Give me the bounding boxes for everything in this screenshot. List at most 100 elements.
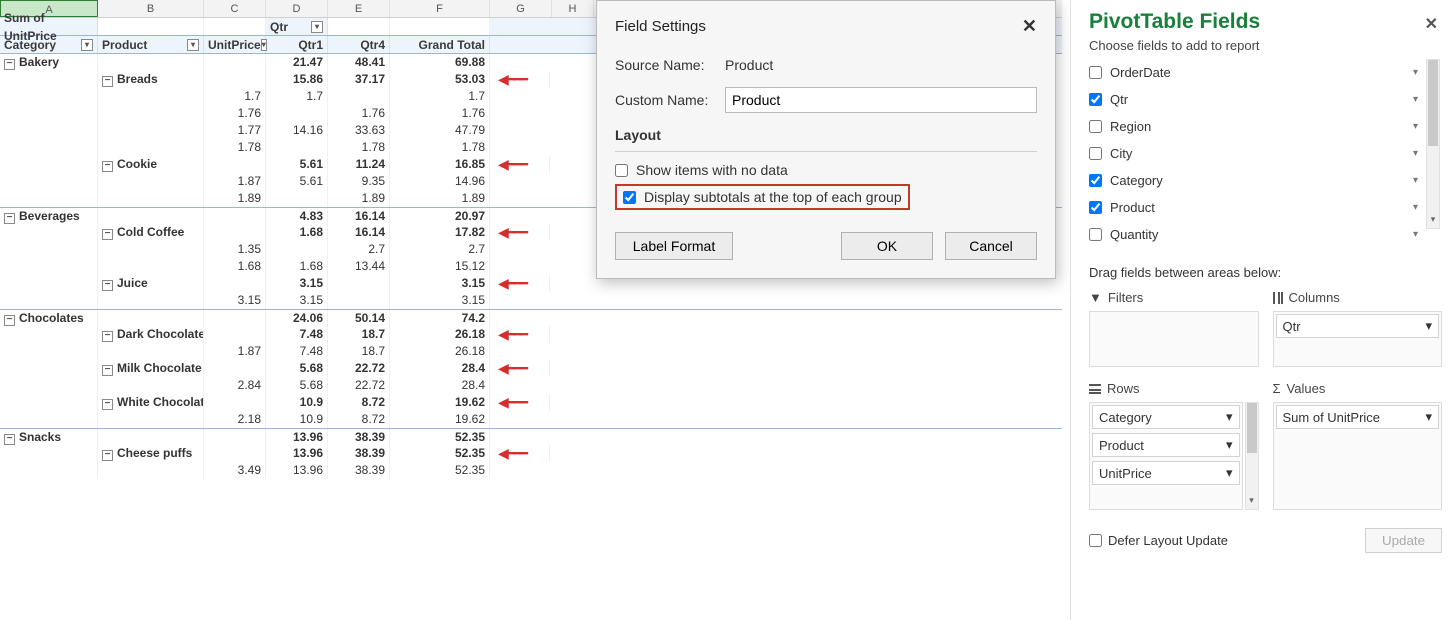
qtr1-header[interactable]: Qtr1 [266,36,328,53]
cell[interactable]: 2.7 [328,241,390,258]
cell[interactable]: 28.4 [390,360,490,377]
cell[interactable]: 1.77 [204,122,266,139]
cell[interactable]: 1.7 [266,88,328,105]
cell[interactable]: 52.35 [390,429,490,445]
cell[interactable]: 38.39 [328,462,390,479]
cell[interactable] [0,275,98,292]
cell[interactable]: 28.4 [390,377,490,394]
cell[interactable]: 1.78 [390,139,490,156]
cancel-button[interactable]: Cancel [945,232,1037,260]
cell[interactable] [0,190,98,207]
cell[interactable]: 38.39 [328,445,390,462]
cell[interactable]: 1.68 [204,258,266,275]
cell[interactable]: 13.96 [266,445,328,462]
field-chip[interactable]: Product▾ [1092,433,1240,457]
field-item[interactable]: City ▾ [1089,140,1418,167]
cell[interactable]: 5.61 [266,173,328,190]
cell[interactable] [0,122,98,139]
chevron-down-icon[interactable]: ▾ [1413,121,1418,132]
cell[interactable] [98,462,204,479]
cell[interactable]: 1.89 [390,190,490,207]
col-header[interactable]: C [204,0,266,17]
cell[interactable]: 5.68 [266,377,328,394]
collapse-icon[interactable]: − [4,434,15,445]
cell[interactable]: 8.72 [328,394,390,411]
chevron-down-icon[interactable]: ▾ [1413,148,1418,159]
chevron-down-icon[interactable]: ▾ [1246,495,1258,509]
cell[interactable] [0,71,98,88]
cell[interactable] [266,139,328,156]
chevron-down-icon[interactable]: ▾ [1425,409,1432,425]
cell[interactable]: 19.62 [390,394,490,411]
collapse-icon[interactable]: − [102,76,113,87]
cell[interactable]: 21.47 [266,54,328,71]
cell[interactable] [204,71,266,88]
cell[interactable] [98,258,204,275]
field-checkbox[interactable] [1089,201,1102,214]
cell[interactable] [0,258,98,275]
cell[interactable] [0,105,98,122]
cell[interactable]: 52.35 [390,445,490,462]
cell[interactable]: 1.78 [204,139,266,156]
field-checkbox[interactable] [1089,93,1102,106]
category-row[interactable]: −Beverages [0,208,98,224]
field-checkbox[interactable] [1089,147,1102,160]
cell[interactable]: 3.15 [390,275,490,292]
cell[interactable]: 5.61 [266,156,328,173]
field-chip[interactable]: Sum of UnitPrice▾ [1276,405,1440,429]
cell[interactable] [0,445,98,462]
cell[interactable] [0,343,98,360]
cell[interactable]: 52.35 [390,462,490,479]
cell[interactable]: 13.96 [266,462,328,479]
field-chip[interactable]: UnitPrice▾ [1092,461,1240,485]
cell[interactable] [98,310,204,326]
dropdown-icon[interactable]: ▾ [187,39,199,51]
cell[interactable] [204,429,266,445]
cell[interactable]: 15.86 [266,71,328,88]
cell[interactable]: 26.18 [390,343,490,360]
chevron-down-icon[interactable]: ▾ [1427,214,1439,228]
cell[interactable] [204,326,266,343]
scrollbar[interactable]: ▾ [1245,402,1259,510]
collapse-icon[interactable]: − [102,280,113,291]
update-button[interactable]: Update [1365,528,1442,553]
cell[interactable] [266,105,328,122]
columns-dropzone[interactable]: Qtr▾ [1273,311,1443,367]
collapse-icon[interactable]: − [4,59,15,70]
cell[interactable] [0,377,98,394]
cell[interactable]: 7.48 [266,343,328,360]
cell[interactable]: 50.14 [328,310,390,326]
cell[interactable]: 1.35 [204,241,266,258]
cell[interactable]: 4.83 [266,208,328,224]
close-icon[interactable]: ✕ [1425,14,1438,34]
cell[interactable]: 7.48 [266,326,328,343]
cell[interactable]: 22.72 [328,377,390,394]
chevron-down-icon[interactable]: ▾ [1413,67,1418,78]
collapse-icon[interactable]: − [102,365,113,376]
col-header[interactable]: E [328,0,390,17]
cell[interactable] [98,241,204,258]
cell[interactable]: 1.7 [204,88,266,105]
filters-dropzone[interactable] [1089,311,1259,367]
scrollbar-thumb[interactable] [1428,60,1438,146]
field-checkbox[interactable] [1089,174,1102,187]
col-header[interactable]: G [490,0,552,17]
cell[interactable] [266,241,328,258]
values-dropzone[interactable]: Sum of UnitPrice▾ [1273,402,1443,510]
cell[interactable] [0,292,98,309]
cell[interactable]: 3.49 [204,462,266,479]
cell[interactable]: 1.68 [266,258,328,275]
cell[interactable] [328,292,390,309]
field-item[interactable]: Category ▾ [1089,167,1418,194]
rows-dropzone[interactable]: Category▾Product▾UnitPrice▾ [1089,402,1243,510]
unitprice-header[interactable]: UnitPrice▾ [204,36,266,53]
grand-total-header[interactable]: Grand Total [390,36,490,53]
chevron-down-icon[interactable]: ▾ [1226,437,1233,453]
cell[interactable]: 1.89 [328,190,390,207]
cell[interactable] [98,105,204,122]
collapse-icon[interactable]: − [4,315,15,326]
chevron-down-icon[interactable]: ▾ [1425,318,1432,334]
cell[interactable] [328,275,390,292]
cell[interactable]: 10.9 [266,394,328,411]
cell[interactable] [98,190,204,207]
